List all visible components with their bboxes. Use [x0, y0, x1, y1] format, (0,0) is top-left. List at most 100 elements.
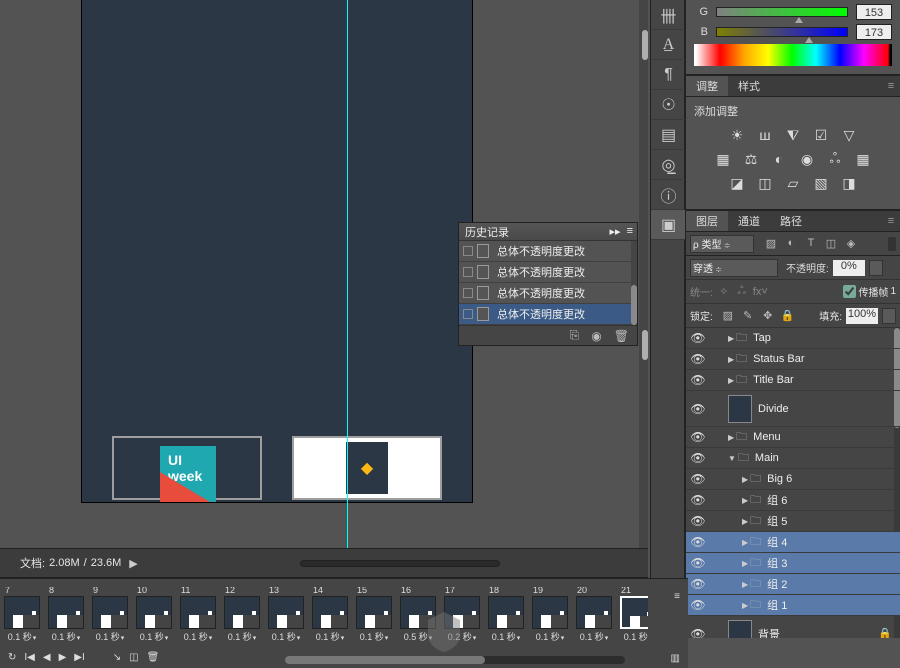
tab-paths[interactable]: 路径: [770, 211, 812, 231]
visibility-icon[interactable]: 👁: [690, 577, 705, 591]
canvas[interactable]: UI week ◆: [82, 0, 472, 502]
adj-threshold-icon[interactable]: ▱: [784, 175, 802, 191]
layer-row[interactable]: 👁 ▶ 🗀组 2: [686, 574, 900, 595]
unify-style-icon[interactable]: fx˅: [753, 286, 767, 298]
timeline-convert-icon[interactable]: ▥: [671, 653, 680, 664]
tab-adjust[interactable]: 调整: [686, 76, 728, 96]
history-item[interactable]: 总体不透明度更改: [459, 262, 637, 283]
frame-duration[interactable]: 0.1 秒▾: [96, 630, 125, 643]
vtool-ruler-icon[interactable]: 卌: [651, 0, 686, 30]
visibility-icon[interactable]: 👁: [690, 514, 705, 528]
adj-balance-icon[interactable]: ⚖: [742, 151, 760, 167]
b-value[interactable]: 173: [856, 24, 892, 40]
adj-posterize-icon[interactable]: ◫: [756, 175, 774, 191]
blend-mode-select[interactable]: 穿透 ≑: [690, 259, 778, 277]
filter-smart-icon[interactable]: ◈: [844, 237, 858, 250]
disclosure-icon[interactable]: ▶: [742, 538, 748, 547]
disclosure-icon[interactable]: ▼: [728, 454, 736, 463]
layer-row[interactable]: 👁 ▶ 🗀组 4: [686, 532, 900, 553]
frame-cell[interactable]: 8 0.1 秒▾: [46, 587, 86, 643]
g-slider[interactable]: [716, 7, 848, 17]
vtool-layers-icon[interactable]: ▣: [651, 210, 686, 240]
new-frame-icon[interactable]: ◫: [129, 652, 138, 663]
tween-icon[interactable]: ↘: [113, 652, 121, 663]
frame-cell[interactable]: 9 0.1 秒▾: [90, 587, 130, 643]
artboard-sketch[interactable]: ◆: [292, 436, 442, 500]
layer-row[interactable]: 👁 ▶ 🗀Menu: [686, 427, 900, 448]
spectrum-strip[interactable]: [694, 44, 892, 66]
history-header[interactable]: 历史记录 ▸▸ ≡: [459, 223, 637, 241]
layers-menu-icon[interactable]: ≡: [882, 211, 900, 231]
frame-duration[interactable]: 0.1 秒▾: [492, 630, 521, 643]
history-snapshot-icon[interactable]: ◉: [591, 329, 601, 343]
layer-row[interactable]: 👁 ▶ 🗀Status Bar: [686, 349, 900, 370]
lock-all-icon[interactable]: 🔒: [781, 309, 795, 322]
adj-levels-icon[interactable]: ш: [756, 127, 774, 143]
frame-cell[interactable]: 7 0.1 秒▾: [2, 587, 42, 643]
fill-value[interactable]: 100%: [846, 308, 878, 324]
status-slider[interactable]: [300, 560, 500, 567]
first-frame-icon[interactable]: I◀: [24, 652, 34, 663]
opacity-arrow-icon[interactable]: [869, 260, 883, 276]
g-value[interactable]: 153: [856, 4, 892, 20]
layer-filter-select[interactable]: ρ 类型 ≑: [690, 235, 754, 253]
layer-row[interactable]: 👁 Divide: [686, 391, 900, 427]
visibility-icon[interactable]: 👁: [690, 373, 705, 387]
layer-row[interactable]: 👁 ▶ 🗀组 6: [686, 490, 900, 511]
visibility-icon[interactable]: 👁: [690, 451, 705, 465]
filter-shape-icon[interactable]: ◫: [824, 237, 838, 250]
adj-selective-icon[interactable]: ◨: [840, 175, 858, 191]
vtool-paragraph-icon[interactable]: ¶: [651, 60, 686, 90]
frame-duration[interactable]: 0.1 秒▾: [140, 630, 169, 643]
disclosure-icon[interactable]: ▶: [742, 475, 748, 484]
history-item[interactable]: 总体不透明度更改: [459, 241, 637, 262]
artboard-uiweek[interactable]: UI week: [112, 436, 262, 500]
lock-trans-icon[interactable]: ▨: [721, 309, 735, 322]
visibility-icon[interactable]: 👁: [690, 627, 705, 639]
history-scrollbar[interactable]: [631, 241, 637, 325]
adj-bw-icon[interactable]: ◐: [770, 151, 788, 167]
history-trash-icon[interactable]: 🗑: [614, 329, 629, 343]
layer-row[interactable]: 👁 ▶ 🗀组 5: [686, 511, 900, 532]
disclosure-icon[interactable]: ▶: [728, 433, 734, 442]
adj-exposure-icon[interactable]: ☑: [812, 127, 830, 143]
frame-cell[interactable]: 21 0.1 秒▾: [618, 587, 648, 643]
disclosure-icon[interactable]: ▶: [742, 601, 748, 610]
frame-cell[interactable]: 20 0.1 秒▾: [574, 587, 614, 643]
frame-cell[interactable]: 18 0.1 秒▾: [486, 587, 526, 643]
history-new-doc-icon[interactable]: ⎘: [570, 328, 580, 343]
visibility-icon[interactable]: 👁: [690, 430, 705, 444]
visibility-icon[interactable]: 👁: [690, 493, 705, 507]
adjustments-menu-icon[interactable]: ≡: [882, 76, 900, 96]
filter-pixel-icon[interactable]: ▨: [764, 237, 778, 250]
frame-cell[interactable]: 11 0.1 秒▾: [178, 587, 218, 643]
frame-cell[interactable]: 15 0.1 秒▾: [354, 587, 394, 643]
visibility-icon[interactable]: 👁: [690, 402, 705, 416]
frame-duration[interactable]: 0.1 秒▾: [360, 630, 389, 643]
visibility-icon[interactable]: 👁: [690, 331, 705, 345]
disclosure-icon[interactable]: ▶: [742, 559, 748, 568]
filter-type-icon[interactable]: T: [804, 237, 818, 250]
frame-cell[interactable]: 14 0.1 秒▾: [310, 587, 350, 643]
opacity-value[interactable]: 0%: [833, 260, 865, 276]
history-item[interactable]: 总体不透明度更改: [459, 283, 637, 304]
loop-icon[interactable]: ↻: [8, 652, 16, 663]
unify-vis-icon[interactable]: ஃ: [735, 285, 749, 299]
vtool-type-icon[interactable]: A̲: [651, 30, 686, 60]
adj-channel-mix-icon[interactable]: ஃ: [826, 151, 844, 167]
adj-brightness-icon[interactable]: ☀: [728, 127, 746, 143]
frame-duration[interactable]: 0.1 秒▾: [8, 630, 37, 643]
adj-huesat-icon[interactable]: ▦: [714, 151, 732, 167]
layer-row[interactable]: 👁 ▼ 🗀Main: [686, 448, 900, 469]
adj-curves-icon[interactable]: ⧨: [784, 127, 802, 143]
disclosure-icon[interactable]: ▶: [728, 376, 734, 385]
filter-adjust-icon[interactable]: ◐: [784, 237, 798, 250]
history-item[interactable]: 总体不透明度更改: [459, 304, 637, 325]
disclosure-icon[interactable]: ▶: [728, 355, 734, 364]
visibility-icon[interactable]: 👁: [690, 598, 705, 612]
layer-row[interactable]: 👁 ▶ 🗀Title Bar: [686, 370, 900, 391]
status-arrow-icon[interactable]: ▶: [129, 557, 137, 570]
lock-pixel-icon[interactable]: ✎: [741, 309, 755, 322]
disclosure-icon[interactable]: ▶: [742, 517, 748, 526]
layer-row[interactable]: 👁 ▶ 🗀组 3: [686, 553, 900, 574]
